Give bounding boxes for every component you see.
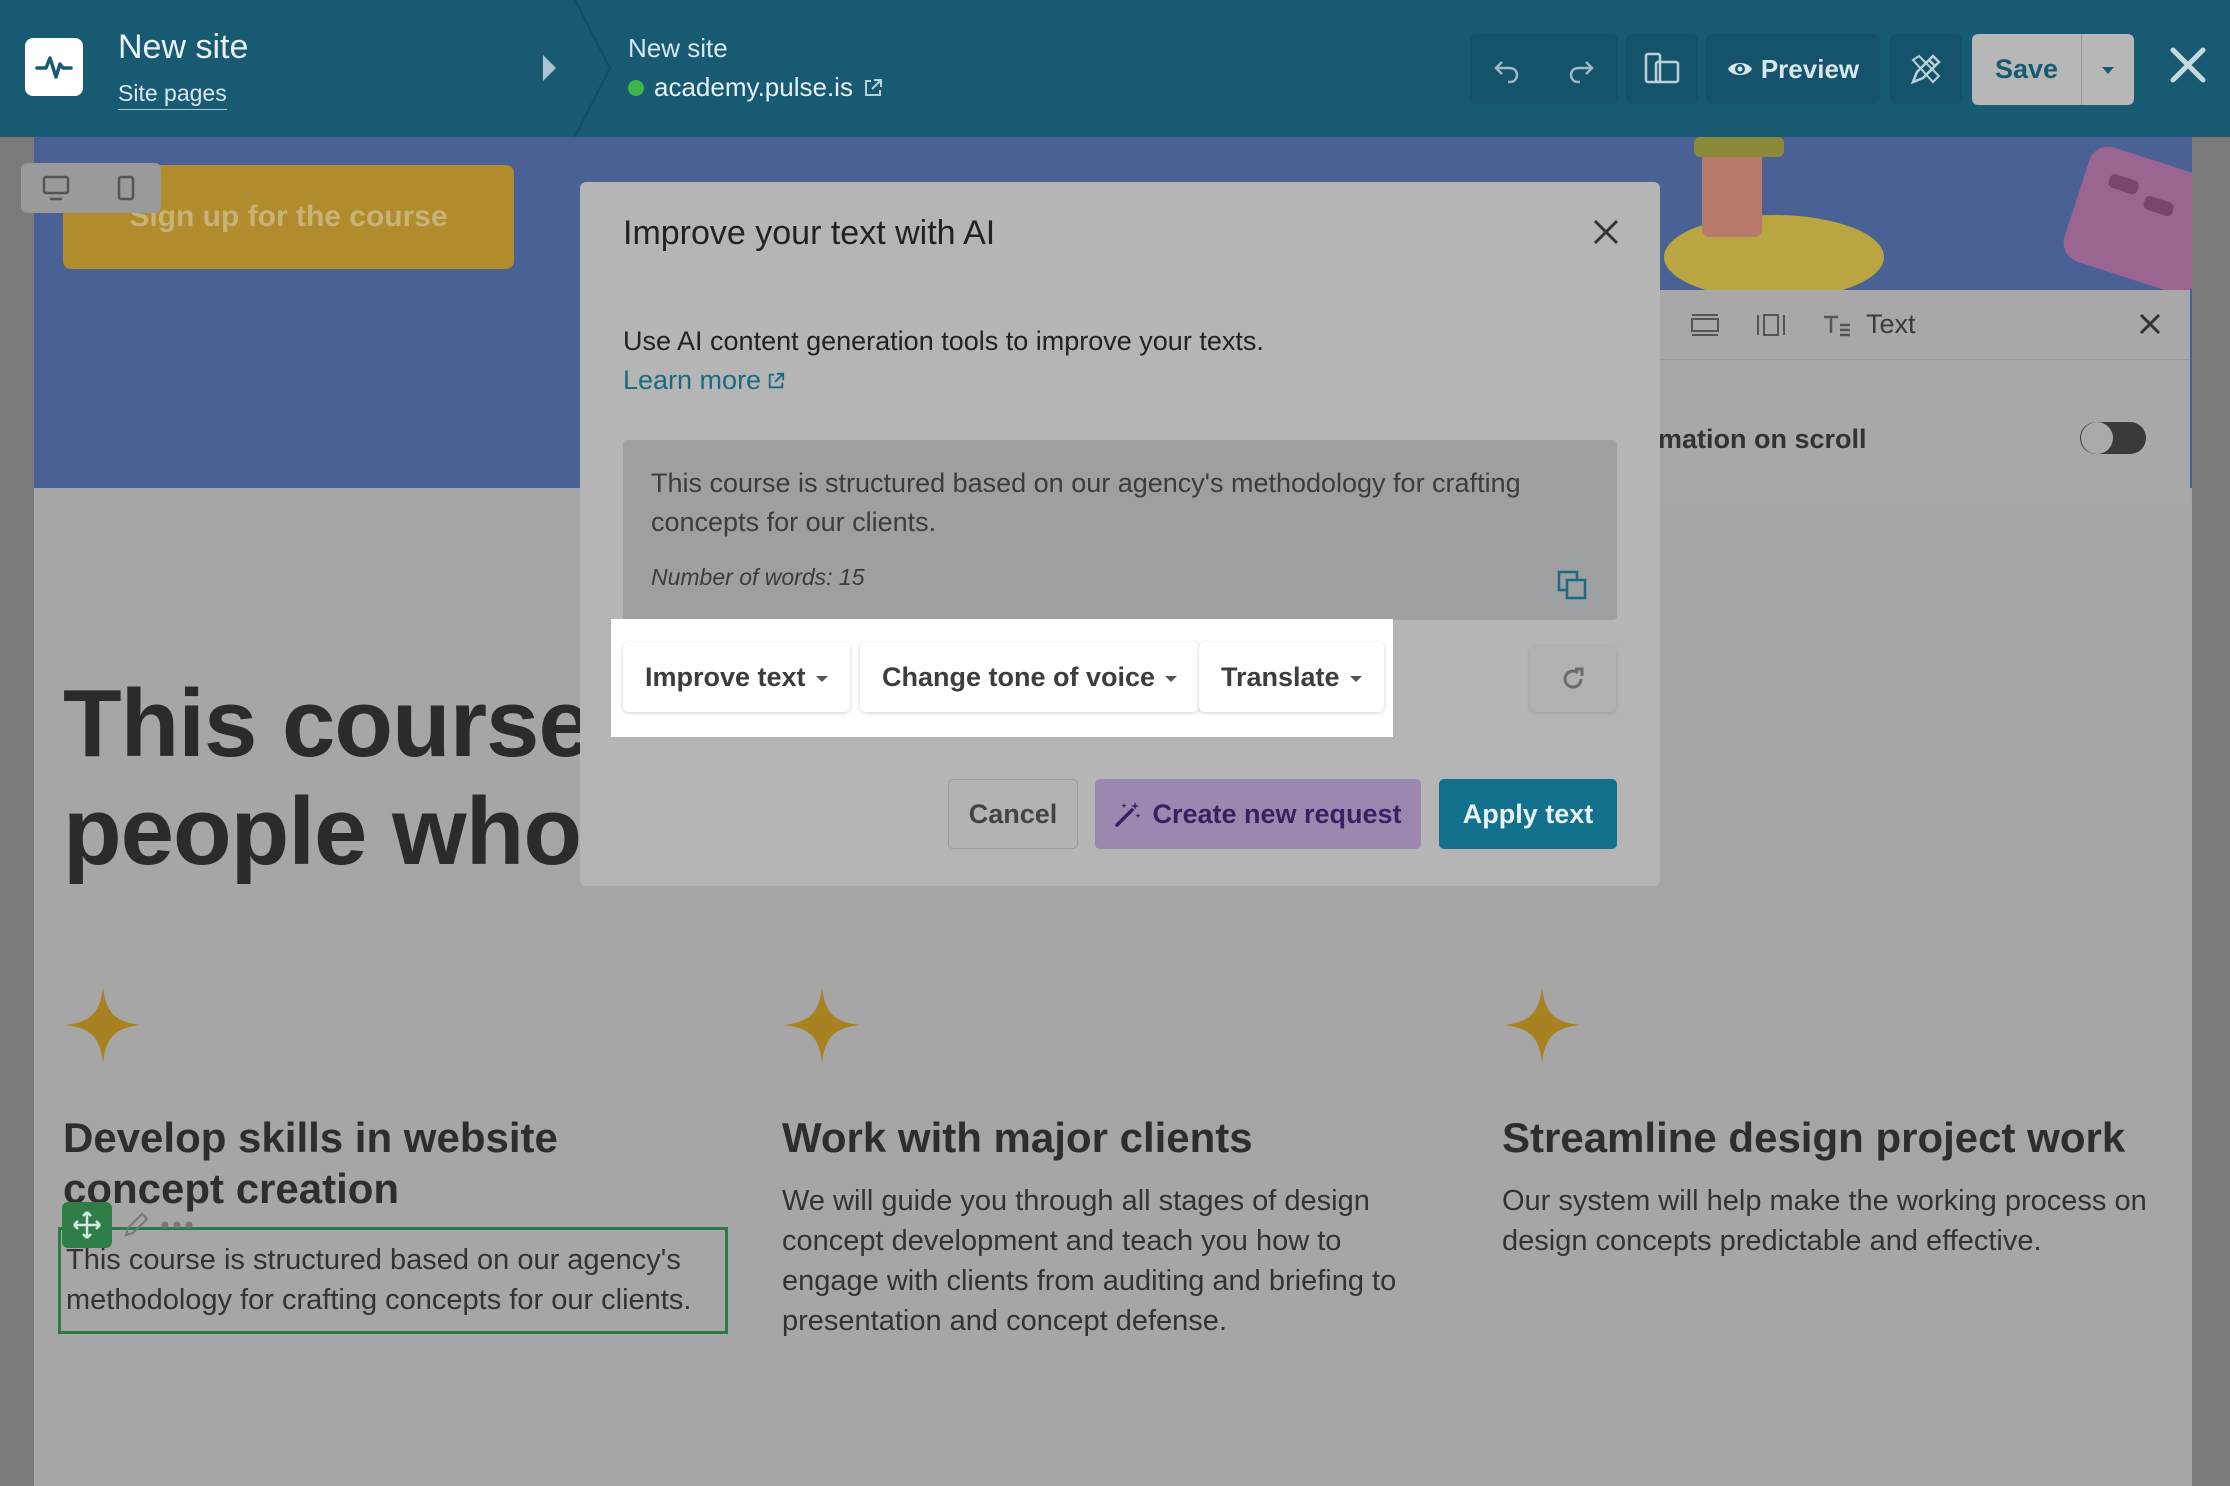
close-icon[interactable] bbox=[1592, 218, 1620, 246]
desktop-view-button[interactable] bbox=[21, 163, 91, 213]
word-count: Number of words: 15 bbox=[651, 564, 865, 590]
layout-icon[interactable] bbox=[1690, 313, 1720, 337]
chevron-down-icon bbox=[1349, 676, 1362, 682]
source-text-box: This course is structured based on our a… bbox=[623, 440, 1617, 620]
pencil-ruler-icon bbox=[1910, 54, 1941, 85]
save-button-group: Save bbox=[1972, 34, 2134, 105]
dialog-description: Use AI content generation tools to impro… bbox=[623, 326, 1264, 356]
desktop-icon bbox=[42, 175, 70, 201]
expand-arrow-icon[interactable] bbox=[543, 55, 556, 81]
translate-dropdown[interactable]: Translate bbox=[1199, 642, 1384, 712]
feature-card: Develop skills in website concept creati… bbox=[63, 985, 723, 1214]
improve-text-label: Improve text bbox=[645, 661, 806, 692]
heading-line-1: This course bbox=[63, 670, 592, 777]
feature-title: Streamline design project work bbox=[1502, 1114, 2126, 1161]
status-dot bbox=[628, 79, 644, 96]
external-link-icon bbox=[864, 78, 882, 96]
change-tone-label: Change tone of voice bbox=[882, 661, 1156, 692]
pages-button[interactable] bbox=[1626, 34, 1698, 104]
change-tone-dropdown[interactable]: Change tone of voice bbox=[860, 642, 1200, 712]
apply-text-button[interactable]: Apply text bbox=[1439, 779, 1617, 849]
animation-toggle[interactable] bbox=[2080, 422, 2146, 454]
redo-button[interactable] bbox=[1544, 54, 1618, 84]
cancel-button[interactable]: Cancel bbox=[948, 779, 1078, 849]
redo-icon bbox=[1569, 61, 1594, 84]
learn-more-link[interactable]: Learn more bbox=[623, 365, 785, 396]
improve-text-dropdown[interactable]: Improve text bbox=[623, 642, 850, 712]
feature-text: We will guide you through all stages of … bbox=[782, 1185, 1397, 1337]
heading-line-2: people who bbox=[63, 778, 582, 885]
preview-button[interactable]: Preview bbox=[1706, 34, 1880, 104]
move-handle[interactable] bbox=[62, 1202, 112, 1248]
save-options-button[interactable] bbox=[2082, 34, 2134, 105]
chevron-down-icon bbox=[2102, 66, 2114, 74]
sparkle-icon bbox=[784, 987, 860, 1063]
hero-illustration bbox=[1664, 137, 2192, 297]
chevron-down-icon bbox=[1165, 676, 1178, 682]
magic-wand-icon bbox=[1115, 802, 1142, 827]
pages-icon bbox=[1644, 52, 1680, 84]
tab-text-label: Text bbox=[1866, 309, 1916, 339]
top-bar: New site Site pages New site academy.pul… bbox=[0, 0, 2230, 137]
move-icon bbox=[73, 1211, 101, 1239]
device-toggle bbox=[21, 163, 161, 213]
dialog-title: Improve your text with AI bbox=[623, 214, 996, 252]
translate-label: Translate bbox=[1221, 661, 1340, 692]
close-editor-icon[interactable] bbox=[2165, 42, 2211, 88]
header-divider bbox=[574, 0, 612, 137]
edit-pencil-icon[interactable] bbox=[122, 1211, 150, 1239]
feature-card: Streamline design project work Our syste… bbox=[1502, 985, 2182, 1261]
site-pages-link[interactable]: Site pages bbox=[118, 80, 227, 110]
preview-label: Preview bbox=[1760, 53, 1860, 84]
sparkle-icon bbox=[65, 987, 141, 1063]
refresh-icon bbox=[1563, 667, 1584, 689]
feature-text: Our system will help make the working pr… bbox=[1502, 1185, 2147, 1257]
feature-title: Work with major clients bbox=[782, 1114, 1253, 1161]
create-new-request-label: Create new request bbox=[1152, 798, 1402, 829]
copy-icon[interactable] bbox=[1557, 570, 1587, 600]
animation-on-scroll-label: mation on scroll bbox=[1658, 424, 1867, 454]
external-link-icon bbox=[768, 372, 785, 388]
undo-button[interactable] bbox=[1470, 54, 1544, 84]
domain-text: academy.pulse.is bbox=[654, 72, 853, 102]
save-button[interactable]: Save bbox=[1972, 34, 2082, 105]
block-toolbar bbox=[62, 1202, 194, 1248]
feature-title: Develop skills in website concept creati… bbox=[63, 1114, 558, 1212]
block-settings-panel: Text mation on scroll bbox=[1630, 290, 2190, 504]
regenerate-button[interactable] bbox=[1530, 646, 1616, 712]
undo-icon bbox=[1494, 61, 1519, 84]
feature-card: Work with major clients We will guide yo… bbox=[782, 985, 1442, 1341]
tab-text[interactable]: Text bbox=[1822, 309, 1916, 340]
domain-link[interactable]: academy.pulse.is bbox=[628, 72, 883, 103]
sparkle-icon bbox=[1504, 987, 1580, 1063]
domain-title: New site bbox=[628, 33, 728, 63]
eye-icon bbox=[1727, 63, 1752, 75]
learn-more-label: Learn more bbox=[623, 365, 762, 395]
undo-redo-group bbox=[1470, 34, 1618, 104]
main-heading: This course people who bbox=[63, 670, 592, 886]
settings-tabs: Text bbox=[1630, 290, 2190, 360]
more-options-icon[interactable] bbox=[160, 1220, 194, 1230]
source-text: This course is structured based on our a… bbox=[651, 468, 1521, 537]
chevron-down-icon bbox=[815, 676, 828, 682]
mobile-icon bbox=[117, 175, 135, 201]
create-new-request-button[interactable]: Create new request bbox=[1095, 779, 1421, 849]
spacing-icon[interactable] bbox=[1756, 313, 1786, 337]
site-title: New site bbox=[118, 28, 249, 66]
panel-close-icon[interactable] bbox=[2138, 312, 2162, 336]
mobile-view-button[interactable] bbox=[91, 163, 161, 213]
ai-improve-dialog: Improve your text with AI Use AI content… bbox=[580, 182, 1660, 886]
pulse-logo-icon[interactable] bbox=[25, 38, 83, 96]
design-tools-button[interactable] bbox=[1890, 34, 1962, 104]
text-format-icon bbox=[1824, 315, 1850, 336]
